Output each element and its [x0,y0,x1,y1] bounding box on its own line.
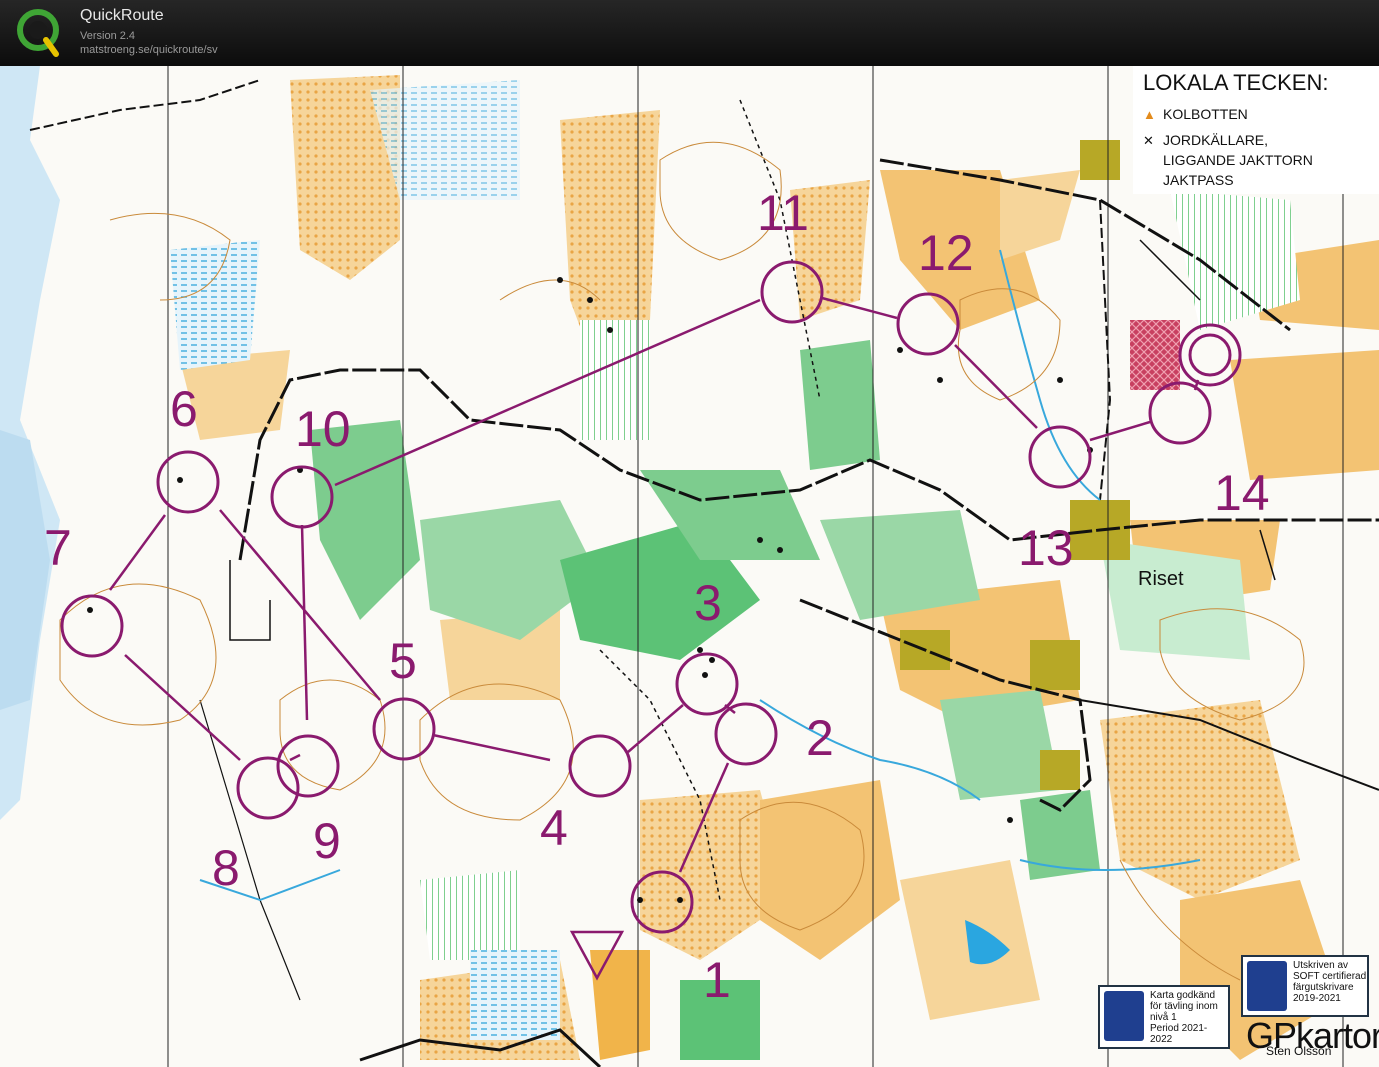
control-number-14: 14 [1214,465,1270,521]
app-version: Version 2.4 [80,30,136,42]
control-number-9: 9 [313,813,341,869]
control-number-5: 5 [389,633,417,689]
map-maker-name: Sten Olsson [1266,1044,1332,1058]
control-number-3: 3 [694,575,722,631]
map-approval-badge: Karta godkänd för tävling inom nivå 1 Pe… [1098,985,1230,1049]
badge-text: Utskriven av SOFT certifierad färgutskri… [1293,960,1367,1004]
legend-label: JAKTPASS [1163,172,1234,188]
legend-item: LIGGANDE JAKTTORN [1143,150,1313,170]
legend-item: JAKTPASS [1143,170,1234,190]
badge-text: Karta godkänd för tävling inom nivå 1 Pe… [1150,990,1218,1045]
open-land [1230,350,1379,480]
marsh [470,950,560,1040]
control-number-6: 6 [170,381,198,437]
control-number-13: 13 [1018,520,1074,576]
open-land-dense [590,950,650,1060]
marsh [170,240,260,370]
title-bar: QuickRoute Version 2.4 matstroeng.se/qui… [0,0,1379,66]
forest-green [800,340,880,470]
forest-lined [580,320,650,440]
orienteering-map[interactable]: 1 2 3 4 5 6 7 8 9 10 11 12 13 14 [0,66,1379,1067]
legend-label: JORDKÄLLARE, [1163,132,1269,148]
triangle-icon: ▲ [1143,107,1156,122]
control-number-12: 12 [918,225,974,281]
svensk-orientering-logo-icon [1247,961,1287,1011]
control-number-2: 2 [806,710,834,766]
restricted-area [1130,320,1180,390]
legend-label: LIGGANDE JAKTTORN [1163,152,1313,168]
legend-label: KOLBOTTEN [1163,106,1248,122]
quickroute-logo-icon [17,9,59,57]
legend-box: LOKALA TECKEN: ▲ KOLBOTTEN ✕ JORDKÄLLARE, … [1133,66,1379,194]
control-number-8: 8 [212,840,240,896]
legend-title: LOKALA TECKEN: [1143,70,1329,95]
control-number-7: 7 [44,520,72,576]
control-number-11: 11 [757,185,809,241]
legend-item: ▲ KOLBOTTEN [1143,104,1248,125]
cross-icon: ✕ [1143,133,1154,148]
settlement [1080,140,1120,180]
printer-certification-badge: Utskriven av SOFT certifierad färgutskri… [1241,955,1369,1017]
settlement [1030,640,1080,690]
app-name: QuickRoute [80,7,164,24]
forest-lined [420,870,520,960]
control-number-1: 1 [703,952,731,1008]
app-url: matstroeng.se/quickroute/sv [80,44,218,56]
control-number-10: 10 [295,401,351,457]
legend-item: ✕ JORDKÄLLARE, [1143,130,1268,151]
place-label: Riset [1138,568,1184,590]
control-number-4: 4 [540,800,568,856]
svensk-orientering-logo-icon [1104,991,1144,1041]
settlement [1040,750,1080,790]
